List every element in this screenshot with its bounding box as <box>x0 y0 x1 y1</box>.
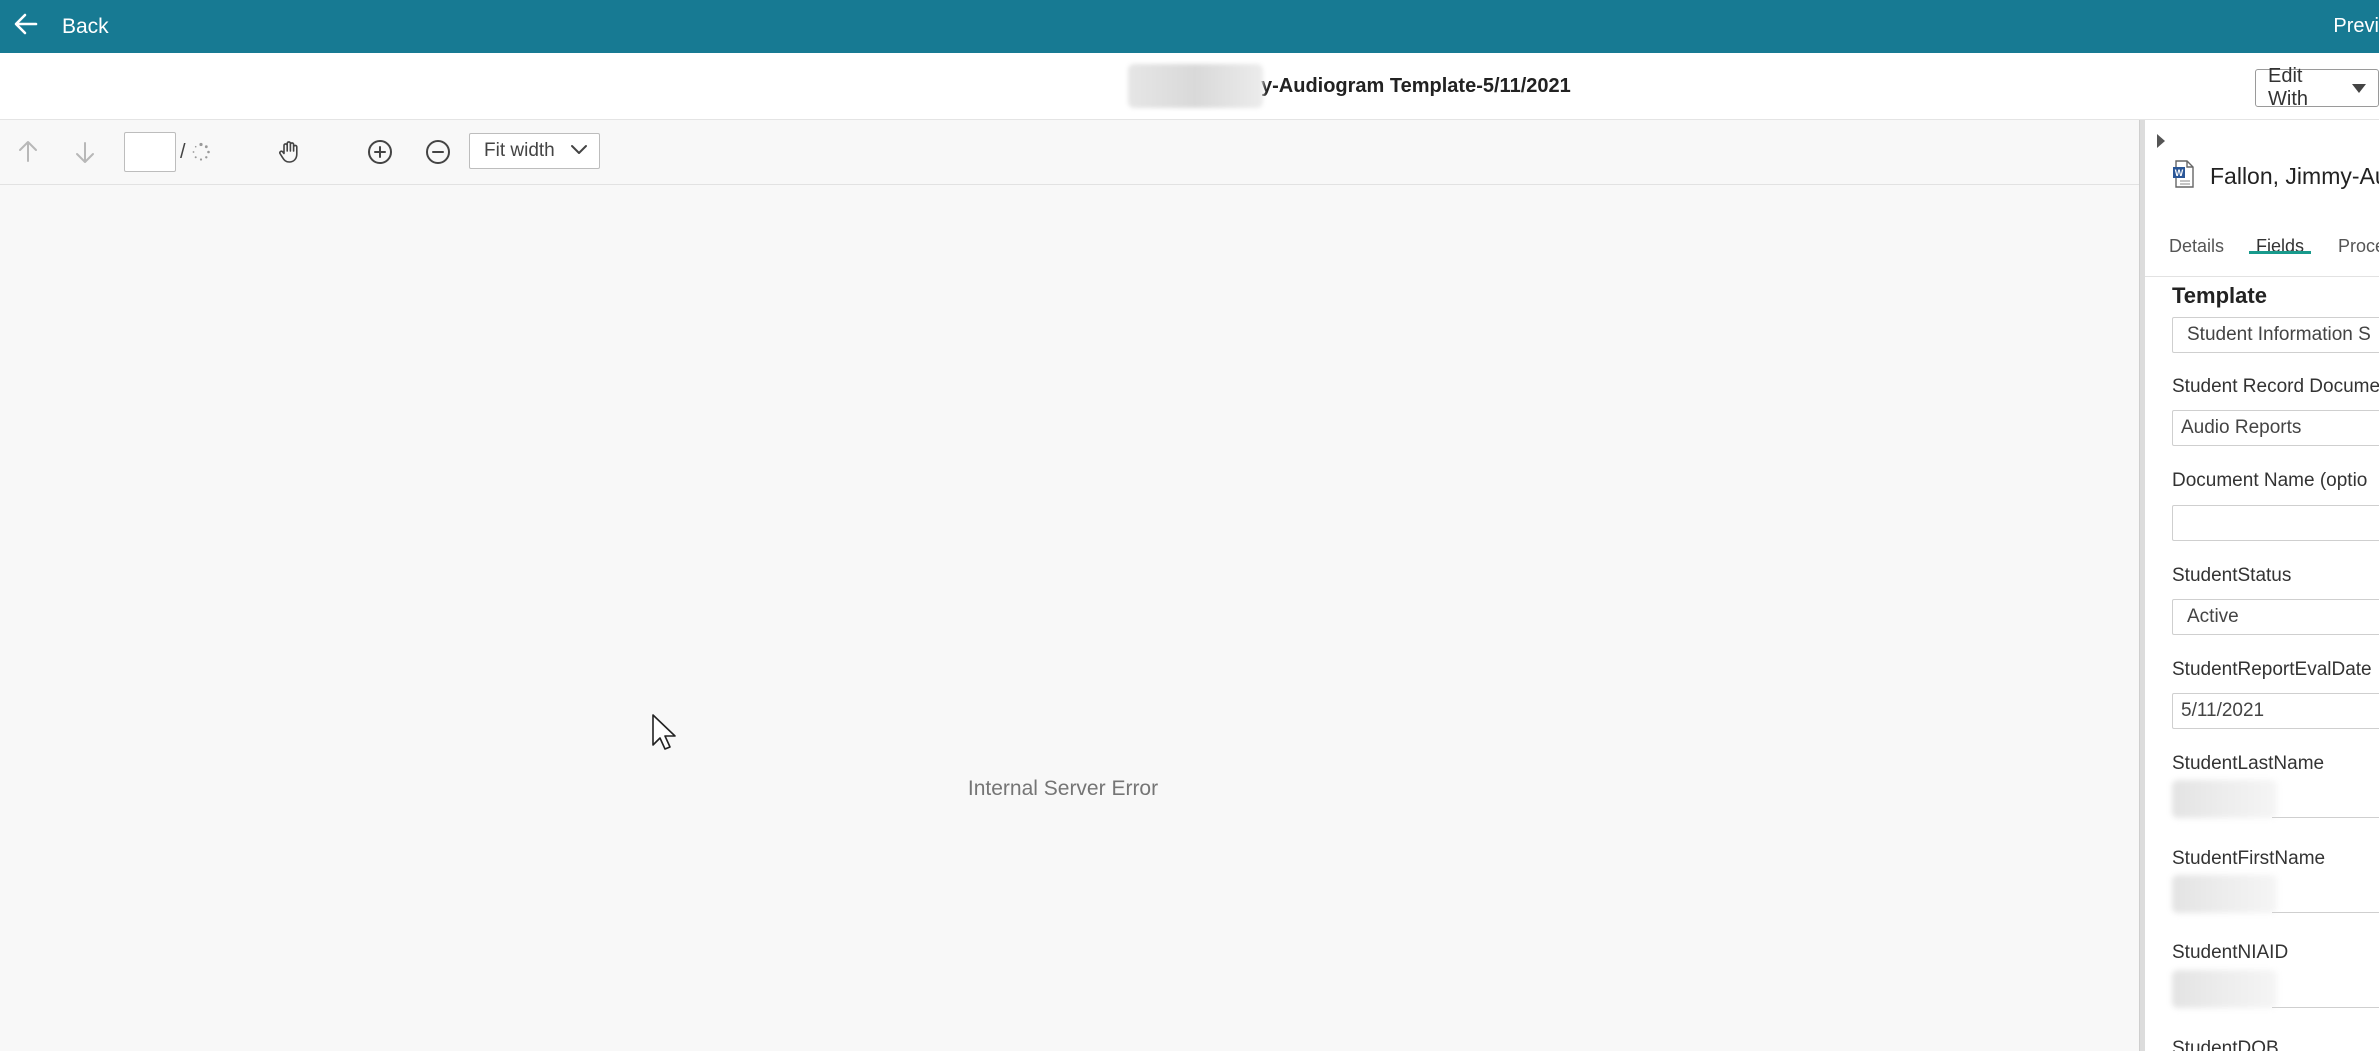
document-name-input[interactable] <box>2172 505 2379 541</box>
arrow-up-icon <box>15 139 41 165</box>
edit-with-label: Edit With <box>2268 65 2308 110</box>
properties-panel: W Fallon, Jimmy-Au Details Fields Proce … <box>2145 120 2379 1051</box>
tab-fields[interactable]: Fields <box>2256 216 2304 276</box>
back-button[interactable]: Back <box>12 0 109 53</box>
field-label: StudentLastName <box>2172 753 2325 774</box>
field-label: StudentDOB <box>2172 1038 2279 1051</box>
caret-down-icon <box>2352 83 2366 93</box>
template-heading: Template <box>2172 283 2267 308</box>
first-name-input[interactable] <box>2172 875 2379 913</box>
loading-spinner-icon <box>191 120 211 184</box>
hand-pan-icon <box>275 137 305 167</box>
arrow-left-icon <box>12 10 40 44</box>
niaid-input[interactable] <box>2172 970 2379 1008</box>
active-tab-indicator <box>2249 251 2311 254</box>
tab-details[interactable]: Details <box>2169 216 2224 276</box>
field-label: StudentReportEvalDate <box>2172 659 2372 680</box>
student-status-select[interactable]: Active <box>2172 599 2379 635</box>
record-document-select[interactable]: Audio Reports <box>2172 410 2379 446</box>
title-bar: y-Audiogram Template-5/11/2021 Edit With <box>0 53 2379 120</box>
chevron-down-icon <box>569 140 589 162</box>
arrow-down-icon <box>72 139 98 165</box>
page-number-input[interactable] <box>124 132 176 172</box>
previous-page-button[interactable] <box>15 120 41 184</box>
file-header: W Fallon, Jimmy-Au <box>2172 160 2379 193</box>
field-label: StudentFirstName <box>2172 848 2326 869</box>
zoom-out-icon <box>424 138 452 166</box>
zoom-in-button[interactable] <box>366 120 394 184</box>
collapse-panel-icon[interactable] <box>2157 134 2165 148</box>
pan-tool-button[interactable] <box>275 120 305 184</box>
page-separator: / <box>180 141 186 163</box>
redacted-title-prefix <box>1128 64 1263 108</box>
document-viewer[interactable]: Internal Server Error <box>0 185 2139 1051</box>
svg-text:W: W <box>2175 168 2184 178</box>
last-name-input[interactable] <box>2172 780 2379 818</box>
zoom-mode-select[interactable]: Fit width <box>469 133 600 169</box>
word-document-icon: W <box>2172 160 2196 193</box>
report-eval-date-input[interactable]: 5/11/2021 <box>2172 693 2379 729</box>
zoom-mode-label: Fit width <box>484 140 555 161</box>
error-message: Internal Server Error <box>967 777 1159 800</box>
field-label: StudentStatus <box>2172 565 2292 586</box>
field-label: Student Record Docume <box>2172 376 2379 397</box>
edit-with-button[interactable]: Edit With <box>2255 65 2379 110</box>
field-label: Document Name (optio <box>2172 470 2368 491</box>
tab-processes[interactable]: Proce <box>2338 216 2379 276</box>
field-label: StudentNIAID <box>2172 942 2289 963</box>
viewer-toolbar: / Fit width <box>0 120 2139 185</box>
back-label: Back <box>62 14 109 38</box>
file-name: Fallon, Jimmy-Au <box>2210 163 2379 189</box>
mouse-pointer-icon <box>651 713 677 758</box>
top-bar: Back Previ <box>0 0 2379 53</box>
document-title: y-Audiogram Template-5/11/2021 <box>1261 74 1571 97</box>
panel-tabs: Details Fields Proce <box>2145 216 2379 277</box>
zoom-out-button[interactable] <box>424 120 452 184</box>
zoom-in-icon <box>366 138 394 166</box>
template-select[interactable]: Student Information S <box>2172 317 2379 353</box>
next-page-button[interactable] <box>72 120 98 184</box>
preview-button[interactable]: Previ <box>2333 0 2379 53</box>
